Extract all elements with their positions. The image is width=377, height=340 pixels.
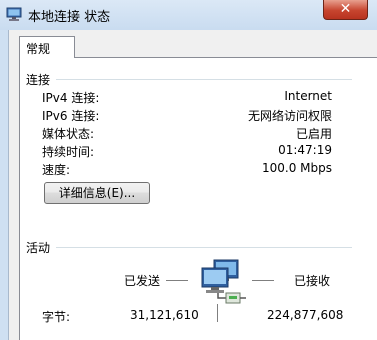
status-window: 本地连接 状态 ✕ 常规 连接 IPv4 连接: Internet IPv6 连… — [0, 0, 377, 340]
title-bar[interactable]: 本地连接 状态 ✕ — [0, 0, 377, 30]
tab-general[interactable]: 常规 — [19, 36, 75, 58]
ipv4-label: IPv4 连接: — [42, 91, 100, 105]
connection-group-divider — [56, 79, 352, 80]
bytes-divider — [217, 304, 218, 322]
bytes-sent-value: 31,121,610 — [130, 308, 199, 322]
close-button[interactable]: ✕ — [323, 0, 368, 20]
connection-group-label: 连接 — [26, 73, 51, 87]
tab-general-label: 常规 — [26, 42, 51, 56]
media-state-value: 已启用 — [295, 127, 332, 141]
network-activity-icon — [201, 259, 246, 304]
speed-label: 速度: — [42, 163, 71, 177]
bytes-received-value: 224,877,608 — [267, 308, 344, 322]
activity-group-label: 活动 — [26, 241, 51, 255]
close-icon: ✕ — [339, 1, 352, 17]
ipv6-label: IPv6 连接: — [42, 109, 100, 123]
window-title: 本地连接 状态 — [28, 10, 111, 25]
sent-label: 已发送 — [124, 274, 161, 288]
speed-value: 100.0 Mbps — [261, 161, 332, 175]
received-dash — [252, 280, 274, 281]
ipv4-value: Internet — [284, 89, 332, 103]
duration-label: 持续时间: — [42, 145, 95, 159]
sent-dash — [166, 280, 188, 281]
received-label: 已接收 — [294, 274, 331, 288]
duration-value: 01:47:19 — [278, 143, 332, 157]
bytes-label: 字节: — [42, 310, 71, 324]
details-button[interactable]: 详细信息(E)... — [44, 182, 150, 204]
ipv6-value: 无网络访问权限 — [247, 109, 332, 123]
network-connection-icon — [6, 7, 22, 21]
activity-group-divider — [56, 247, 352, 248]
media-state-label: 媒体状态: — [42, 127, 95, 141]
